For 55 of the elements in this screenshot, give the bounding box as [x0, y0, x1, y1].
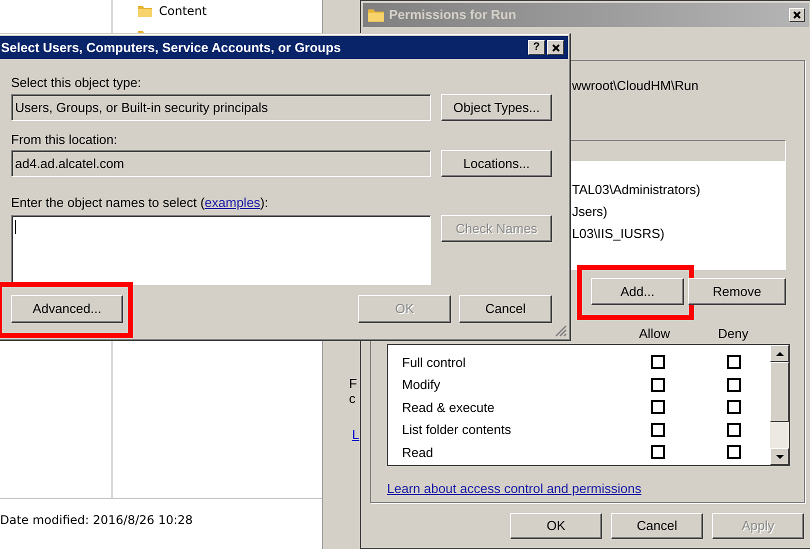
checkbox[interactable]: [727, 400, 741, 414]
add-button[interactable]: Add...: [591, 278, 684, 305]
scroll-up-button[interactable]: [770, 345, 789, 362]
names-label: Enter the object names to select (examples):: [11, 194, 270, 212]
close-icon: [793, 11, 801, 19]
object-type-field: Users, Groups, or Built-in security principals: [11, 94, 431, 121]
close-icon: [552, 44, 560, 52]
checkbox[interactable]: [651, 400, 665, 414]
checkbox[interactable]: [727, 422, 741, 437]
help-link[interactable]: Learn about access control and permissions: [387, 479, 642, 498]
scroll-down-button[interactable]: [770, 448, 789, 465]
permission-name: List folder contents: [401, 421, 512, 439]
resize-grip-icon: [555, 325, 567, 337]
status-text: Date modified: 2016/8/26 10:28: [0, 512, 193, 529]
cancel-button[interactable]: Cancel: [459, 295, 552, 323]
dialog-text: c: [349, 391, 356, 406]
close-button[interactable]: [789, 8, 805, 22]
column-header: Allow: [639, 325, 670, 343]
folder-name[interactable]: Content: [159, 2, 207, 20]
permission-name: Read & execute: [401, 398, 496, 416]
checkbox[interactable]: [727, 355, 741, 370]
object-type-label: Select this object type:: [11, 74, 142, 92]
dialog-title: Select Users, Computers, Service Accounts, or Groups: [1, 38, 341, 57]
locations-button[interactable]: Locations...: [441, 150, 552, 177]
scroll-thumb[interactable]: [770, 362, 789, 422]
location-label: From this location:: [11, 131, 118, 149]
column-header: Deny: [718, 325, 748, 343]
object-names-field[interactable]: [11, 215, 431, 285]
up-arrow-icon: [776, 352, 784, 356]
help-button[interactable]: ?: [528, 40, 545, 55]
down-arrow-icon: [776, 454, 784, 458]
help-link[interactable]: L: [352, 425, 360, 444]
text-cursor: [15, 220, 16, 234]
location-field: ad4.ad.alcatel.com: [11, 150, 431, 177]
remove-button[interactable]: Remove: [688, 278, 786, 305]
checkbox[interactable]: [651, 355, 665, 370]
checkbox[interactable]: [727, 378, 741, 392]
checkbox[interactable]: [651, 378, 665, 392]
advanced-button[interactable]: Advanced...: [11, 295, 123, 323]
dialog-text: F: [349, 376, 357, 391]
object-types-button[interactable]: Object Types...: [441, 94, 552, 121]
checkbox[interactable]: [651, 445, 665, 460]
permission-name: Modify: [401, 376, 442, 394]
examples-link[interactable]: examples: [204, 195, 260, 210]
ok-button[interactable]: OK: [510, 513, 602, 539]
permission-name: Read: [401, 444, 434, 462]
scrollbar[interactable]: [770, 345, 789, 465]
permission-name: Full control: [401, 354, 467, 372]
object-name-text: wwroot\CloudHM\Run: [571, 77, 700, 94]
folder-icon: [137, 3, 153, 19]
checkbox[interactable]: [727, 445, 741, 460]
cancel-button[interactable]: Cancel: [611, 513, 703, 539]
checkbox[interactable]: [651, 422, 665, 437]
window-title: Permissions for Run: [389, 6, 516, 24]
close-button[interactable]: [547, 40, 564, 55]
